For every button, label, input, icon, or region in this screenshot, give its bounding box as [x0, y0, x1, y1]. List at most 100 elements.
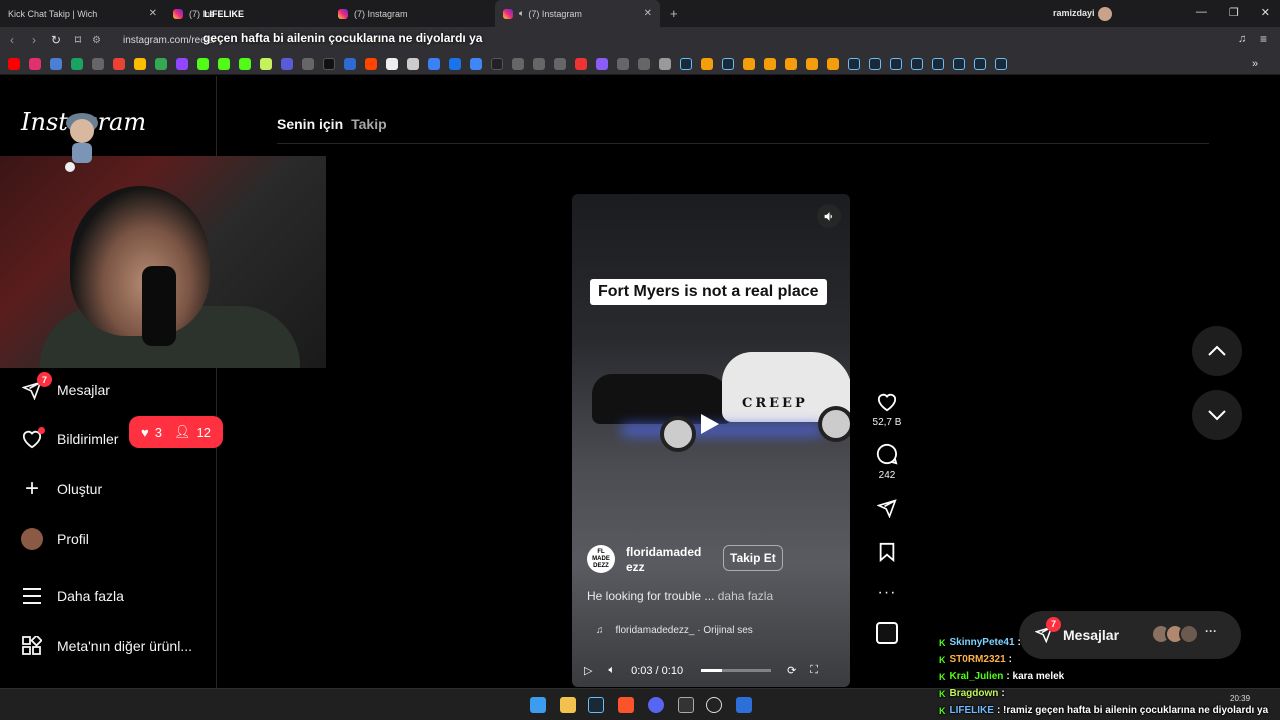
new-tab-button[interactable]: + — [670, 6, 678, 21]
author-avatar[interactable]: FL MADE DEZZ — [587, 545, 615, 573]
kick-icon[interactable] — [239, 57, 251, 70]
like-action[interactable]: 52,7 B — [873, 392, 901, 428]
close-icon[interactable]: ✕ — [644, 8, 652, 19]
bookmark-icon[interactable] — [806, 57, 818, 70]
bookmark-icon[interactable] — [386, 57, 398, 70]
bookmark-icon[interactable] — [512, 57, 524, 70]
avatar[interactable] — [1098, 7, 1112, 21]
speed-icon[interactable]: ⟳ — [787, 664, 796, 677]
tab-instagram-1[interactable]: (7) Ins — [165, 0, 330, 27]
bookmark-icon[interactable] — [533, 57, 545, 70]
steam-icon[interactable] — [911, 57, 923, 70]
volume-button[interactable] — [817, 204, 841, 228]
bookmark-icon[interactable] — [638, 57, 650, 70]
progress-bar[interactable] — [701, 669, 772, 672]
steam-icon[interactable] — [869, 57, 881, 70]
bookmark-icon[interactable] — [407, 57, 419, 70]
bookmark-icon[interactable] — [575, 57, 587, 70]
notification-pill[interactable]: ♥ 3 👤︎ 12 — [129, 416, 223, 448]
steam-icon[interactable] — [995, 57, 1007, 70]
reload-icon[interactable]: ↻ — [46, 33, 66, 47]
obs-icon[interactable] — [706, 697, 722, 713]
bookmark-icon[interactable] — [344, 57, 356, 70]
tab-instagram-2[interactable]: (7) Instagram — [330, 0, 495, 27]
more-options-icon[interactable]: ··· — [878, 584, 897, 602]
gmail-icon[interactable] — [113, 57, 125, 70]
minimize-icon[interactable]: — — [1196, 6, 1207, 19]
more-link[interactable]: daha fazla — [718, 589, 773, 603]
steam-icon[interactable] — [680, 57, 692, 70]
bookmark-icon[interactable] — [281, 57, 293, 70]
file-explorer-icon[interactable] — [560, 697, 576, 713]
x-icon[interactable] — [323, 57, 335, 70]
fullscreen-icon[interactable]: ⛶ — [810, 664, 818, 677]
play-icon[interactable]: ▷ — [584, 664, 592, 677]
reel-video[interactable]: CREEP Fort Myers is not a real place FL … — [572, 194, 850, 687]
sidebar-item-create[interactable]: + Oluştur — [21, 475, 102, 502]
youtube-icon[interactable] — [8, 57, 20, 70]
bookmark-icon[interactable] — [470, 57, 482, 70]
play-icon[interactable] — [699, 412, 721, 441]
bookmark-icon[interactable] — [827, 57, 839, 70]
mute-icon[interactable]: 🔈︎ — [608, 664, 615, 677]
bookmark-icon[interactable] — [50, 57, 62, 70]
app-icon[interactable] — [678, 697, 694, 713]
reddit-icon[interactable] — [365, 57, 377, 70]
save-action[interactable] — [878, 542, 896, 562]
twitch-icon[interactable] — [176, 57, 188, 70]
bookmark-icon[interactable] — [554, 57, 566, 70]
close-window-icon[interactable]: ✕ — [1261, 6, 1270, 19]
comment-action[interactable]: 242 — [876, 443, 898, 481]
sidebar-item-notifications[interactable]: Bildirimler — [21, 427, 118, 450]
steam-icon[interactable] — [588, 697, 604, 713]
steam-icon[interactable] — [890, 57, 902, 70]
author-handle[interactable]: floridamadedezz — [626, 545, 708, 575]
sidebar-item-meta[interactable]: Meta'nın diğer ürünl... — [21, 635, 192, 657]
steam-icon[interactable] — [848, 57, 860, 70]
steam-icon[interactable] — [722, 57, 734, 70]
steam-icon[interactable] — [953, 57, 965, 70]
audio-attribution[interactable]: ♫ floridamadedezz_ · Orijinal ses — [596, 625, 753, 636]
back-icon[interactable]: ‹ — [2, 33, 22, 47]
windows-start-icon[interactable] — [530, 697, 546, 713]
next-reel-button[interactable] — [1192, 390, 1242, 440]
sidebar-item-profile[interactable]: Profil — [21, 528, 89, 550]
bookmark-icon[interactable]: ⌑ — [68, 33, 88, 47]
bookmark-icon[interactable] — [92, 57, 104, 70]
menu-icon[interactable]: ≡ — [1260, 32, 1267, 46]
tab-following[interactable]: Takip — [351, 116, 387, 132]
app-icon[interactable] — [736, 697, 752, 713]
sidebar-item-more[interactable]: Daha fazla — [21, 585, 124, 607]
folder-icon[interactable] — [659, 57, 671, 70]
share-action[interactable] — [877, 498, 897, 518]
tab-for-you[interactable]: Senin için — [277, 116, 343, 132]
audio-thumbnail[interactable] — [876, 622, 898, 644]
tab-kick-chat[interactable]: Kick Chat Takip | Wich ✕ — [0, 0, 165, 27]
instagram-icon[interactable] — [29, 57, 41, 70]
bookmark-icon[interactable] — [449, 57, 461, 70]
kick-icon[interactable] — [218, 57, 230, 70]
bookmark-icon[interactable] — [596, 57, 608, 70]
close-icon[interactable]: ✕ — [149, 8, 157, 19]
more-bookmarks-icon[interactable]: » — [1252, 58, 1258, 70]
steam-icon[interactable] — [974, 57, 986, 70]
bookmark-icon[interactable] — [617, 57, 629, 70]
reel-description[interactable]: He looking for trouble ... daha fazla — [587, 589, 773, 603]
bookmark-icon[interactable] — [785, 57, 797, 70]
brave-icon[interactable] — [618, 697, 634, 713]
kick-icon[interactable] — [197, 57, 209, 70]
site-info-icon[interactable]: ⚙ — [92, 35, 101, 46]
bookmark-icon[interactable] — [155, 57, 167, 70]
restore-icon[interactable]: ❐ — [1229, 6, 1239, 19]
bookmark-icon[interactable] — [302, 57, 314, 70]
bookmark-icon[interactable] — [428, 57, 440, 70]
sidebar-item-messages[interactable]: 7 Mesajlar — [21, 372, 110, 401]
forward-icon[interactable]: › — [24, 33, 44, 47]
steam-icon[interactable] — [932, 57, 944, 70]
discord-icon[interactable] — [648, 697, 664, 713]
bookmark-icon[interactable] — [260, 57, 272, 70]
drive-icon[interactable] — [134, 57, 146, 70]
follow-button[interactable]: Takip Et — [723, 545, 783, 571]
tab-instagram-active[interactable]: 🔈︎ (7) Instagram ✕ — [495, 0, 660, 27]
bookmark-icon[interactable] — [701, 57, 713, 70]
